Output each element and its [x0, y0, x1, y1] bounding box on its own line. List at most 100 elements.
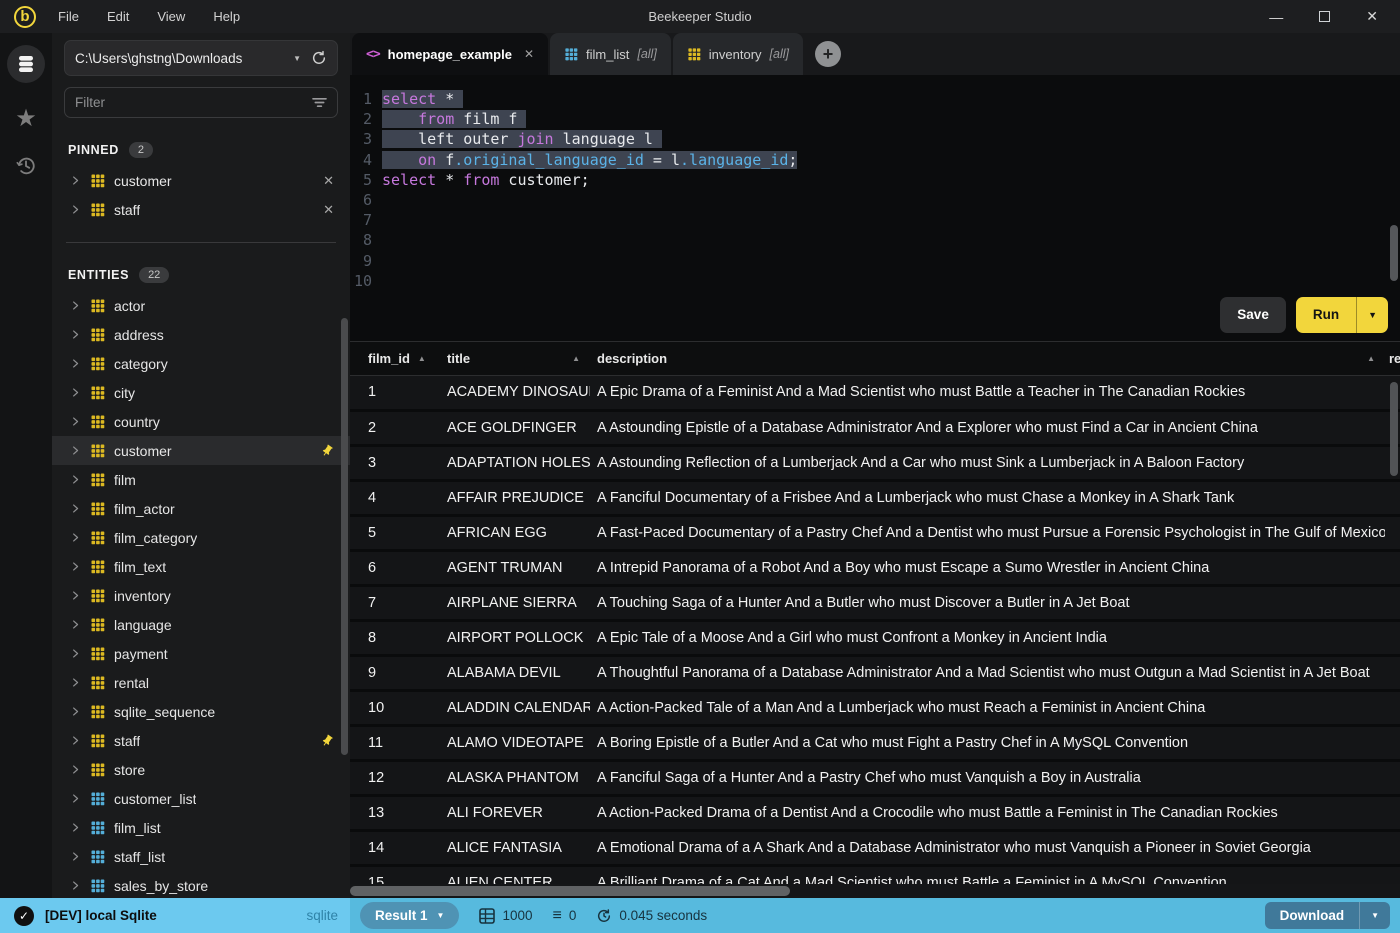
expand-chevron-icon[interactable]	[70, 590, 81, 601]
expand-chevron-icon[interactable]	[70, 204, 81, 215]
expand-chevron-icon[interactable]	[70, 416, 81, 427]
table-row[interactable]: 15 ALIEN CENTER A Brilliant Drama of a Cat…	[350, 865, 1400, 884]
sql-editor[interactable]: 1 select * 2 from film f3 left outer join …	[350, 75, 1400, 341]
entity-item-film_text[interactable]: film_text	[52, 552, 350, 581]
database-tables-icon[interactable]	[7, 45, 45, 83]
expand-chevron-icon[interactable]	[70, 793, 81, 804]
column-header-re[interactable]: re	[1385, 342, 1400, 376]
run-button[interactable]: Run	[1296, 297, 1356, 333]
expand-chevron-icon[interactable]	[70, 300, 81, 311]
table-row[interactable]: 8 AIRPORT POLLOCK A Epic Tale of a Moose A…	[350, 620, 1400, 657]
connection-selector[interactable]: C:\Users\ghstng\Downloads ▼	[64, 40, 338, 76]
entity-item-store[interactable]: store	[52, 755, 350, 784]
expand-chevron-icon[interactable]	[70, 329, 81, 340]
table-row[interactable]: 1 ACADEMY DINOSAUR A Epic Drama of a Femin…	[350, 375, 1400, 412]
expand-chevron-icon[interactable]	[70, 619, 81, 630]
expand-chevron-icon[interactable]	[70, 503, 81, 514]
entity-item-staff[interactable]: staff	[52, 726, 350, 755]
sort-asc-icon[interactable]: ▲	[1367, 354, 1375, 363]
sort-asc-icon[interactable]: ▲	[572, 354, 580, 363]
expand-chevron-icon[interactable]	[70, 706, 81, 717]
entity-item-address[interactable]: address	[52, 320, 350, 349]
horizontal-scrollbar-thumb[interactable]	[350, 886, 790, 896]
expand-chevron-icon[interactable]	[70, 445, 81, 456]
expand-chevron-icon[interactable]	[70, 358, 81, 369]
filter-input[interactable]	[75, 95, 312, 110]
tab-film_list[interactable]: film_list [all]	[550, 33, 671, 75]
table-row[interactable]: 12 ALASKA PHANTOM A Fanciful Saga of a Hun…	[350, 760, 1400, 797]
menu-view[interactable]: View	[157, 9, 185, 24]
tab-close-icon[interactable]: ✕	[524, 47, 534, 61]
table-row[interactable]: 9 ALABAMA DEVIL A Thoughtful Panorama of a…	[350, 655, 1400, 692]
table-row[interactable]: 10 ALADDIN CALENDAR A Action-Packed Tale o…	[350, 690, 1400, 727]
tab-inventory[interactable]: inventory [all]	[672, 33, 803, 75]
tab-homepage_example[interactable]: <> homepage_example ✕	[352, 33, 548, 75]
table-row[interactable]: 4 AFFAIR PREJUDICE A Fanciful Documentary …	[350, 480, 1400, 517]
entity-item-actor[interactable]: actor	[52, 291, 350, 320]
expand-chevron-icon[interactable]	[70, 648, 81, 659]
entity-item-customer[interactable]: customer	[52, 436, 350, 465]
column-header-description[interactable]: description ▲	[590, 342, 1385, 376]
pinned-item-staff[interactable]: staff ✕	[52, 195, 350, 224]
expand-chevron-icon[interactable]	[70, 474, 81, 485]
maximize-icon[interactable]	[1319, 11, 1331, 22]
column-header-title[interactable]: title ▲	[447, 342, 590, 376]
entity-item-film_list[interactable]: film_list	[52, 813, 350, 842]
pinned-item-customer[interactable]: customer ✕	[52, 166, 350, 195]
unpin-close-icon[interactable]: ✕	[323, 173, 334, 189]
save-button[interactable]: Save	[1220, 296, 1286, 333]
expand-chevron-icon[interactable]	[70, 880, 81, 891]
entity-item-inventory[interactable]: inventory	[52, 581, 350, 610]
entity-item-payment[interactable]: payment	[52, 639, 350, 668]
table-row[interactable]: 2 ACE GOLDFINGER A Astounding Epistle of a…	[350, 410, 1400, 447]
entity-item-rental[interactable]: rental	[52, 668, 350, 697]
sidebar-scrollbar[interactable]	[341, 318, 348, 755]
entity-item-language[interactable]: language	[52, 610, 350, 639]
table-row[interactable]: 5 AFRICAN EGG A Fast-Paced Documentary of …	[350, 515, 1400, 552]
download-button[interactable]: Download	[1265, 902, 1360, 929]
history-icon[interactable]	[15, 155, 37, 177]
entity-item-city[interactable]: city	[52, 378, 350, 407]
result-selector-button[interactable]: Result 1 ▼	[360, 902, 460, 929]
new-tab-button[interactable]: +	[815, 41, 841, 67]
expand-chevron-icon[interactable]	[70, 677, 81, 688]
table-row[interactable]: 11 ALAMO VIDEOTAPE A Boring Epistle of a B…	[350, 725, 1400, 762]
minimize-icon[interactable]: —	[1269, 9, 1283, 25]
menu-file[interactable]: File	[58, 9, 79, 24]
entity-item-country[interactable]: country	[52, 407, 350, 436]
expand-chevron-icon[interactable]	[70, 561, 81, 572]
table-row[interactable]: 6 AGENT TRUMAN A Intrepid Panorama of a Ro…	[350, 550, 1400, 587]
favorites-icon[interactable]: ★	[15, 107, 37, 131]
table-row[interactable]: 13 ALI FOREVER A Action-Packed Drama of a …	[350, 795, 1400, 832]
entity-item-film_category[interactable]: film_category	[52, 523, 350, 552]
sort-asc-icon[interactable]: ▲	[418, 354, 426, 363]
entity-item-film_actor[interactable]: film_actor	[52, 494, 350, 523]
entity-item-sales_by_store[interactable]: sales_by_store	[52, 871, 350, 898]
unpin-close-icon[interactable]: ✕	[323, 202, 334, 218]
download-caret-icon[interactable]: ▼	[1360, 902, 1390, 929]
entity-item-customer_list[interactable]: customer_list	[52, 784, 350, 813]
expand-chevron-icon[interactable]	[70, 735, 81, 746]
menu-edit[interactable]: Edit	[107, 9, 129, 24]
expand-chevron-icon[interactable]	[70, 851, 81, 862]
entity-item-category[interactable]: category	[52, 349, 350, 378]
expand-chevron-icon[interactable]	[70, 387, 81, 398]
expand-chevron-icon[interactable]	[70, 532, 81, 543]
table-row[interactable]: 3 ADAPTATION HOLES A Astounding Reflection…	[350, 445, 1400, 482]
run-options-caret-icon[interactable]: ▼	[1357, 297, 1388, 333]
menu-help[interactable]: Help	[213, 9, 240, 24]
expand-chevron-icon[interactable]	[70, 822, 81, 833]
expand-chevron-icon[interactable]	[70, 764, 81, 775]
results-scrollbar[interactable]	[1390, 382, 1398, 476]
table-row[interactable]: 7 AIRPLANE SIERRA A Touching Saga of a Hun…	[350, 585, 1400, 622]
entity-item-film[interactable]: film	[52, 465, 350, 494]
pin-icon[interactable]	[320, 444, 334, 458]
status-connection[interactable]: ✓ [DEV] local Sqlite sqlite	[0, 898, 350, 933]
refresh-icon[interactable]	[311, 50, 327, 66]
pin-icon[interactable]	[320, 734, 334, 748]
editor-scrollbar[interactable]	[1390, 225, 1398, 281]
entity-item-staff_list[interactable]: staff_list	[52, 842, 350, 871]
table-row[interactable]: 14 ALICE FANTASIA A Emotional Drama of a A…	[350, 830, 1400, 867]
expand-chevron-icon[interactable]	[70, 175, 81, 186]
column-header-film_id[interactable]: film_id ▲	[350, 342, 447, 376]
